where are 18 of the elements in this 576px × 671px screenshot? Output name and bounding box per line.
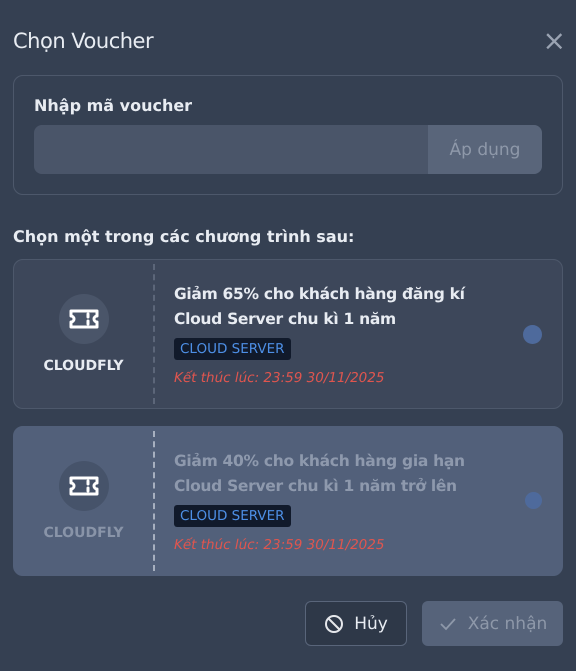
voucher-tag: CLOUD SERVER (174, 338, 291, 360)
voucher-title: Giảm 65% cho khách hàng đăng kí Cloud Server chu kì 1 năm (174, 284, 466, 330)
voucher-code-label: Nhập mã voucher (34, 96, 194, 115)
dialog-title: Chọn Voucher (13, 29, 154, 53)
close-button[interactable]: × (542, 27, 566, 55)
voucher-title: Giảm 40% cho khách hàng gia hạn Cloud Server chu kì 1 năm trở lên (174, 451, 466, 497)
expiry-text: Kết thúc lúc: 23:59 30/11/2025 (174, 370, 384, 386)
brand-label: CLOUDFLY (43, 358, 124, 374)
ticket-icon (58, 294, 108, 344)
voucher-tag: CLOUD SERVER (174, 505, 291, 527)
voucher-card[interactable]: CLOUDFLY Giảm 65% cho khách hàng đăng kí Cloud Server chu kì 1 năm CLOUD SERVER Kết thúc lúc: 23:59 30/11/2025 (13, 259, 563, 409)
voucher-code-field[interactable] (34, 125, 428, 174)
ticket-icon (58, 461, 108, 511)
cancel-button[interactable]: Hủy (305, 601, 407, 646)
radio-button[interactable] (523, 325, 542, 344)
section-label: Chọn một trong các chương trình sau: (13, 227, 356, 246)
prohibit-icon (324, 614, 344, 634)
expiry-text: Kết thúc lúc: 23:59 30/11/2025 (174, 537, 384, 553)
